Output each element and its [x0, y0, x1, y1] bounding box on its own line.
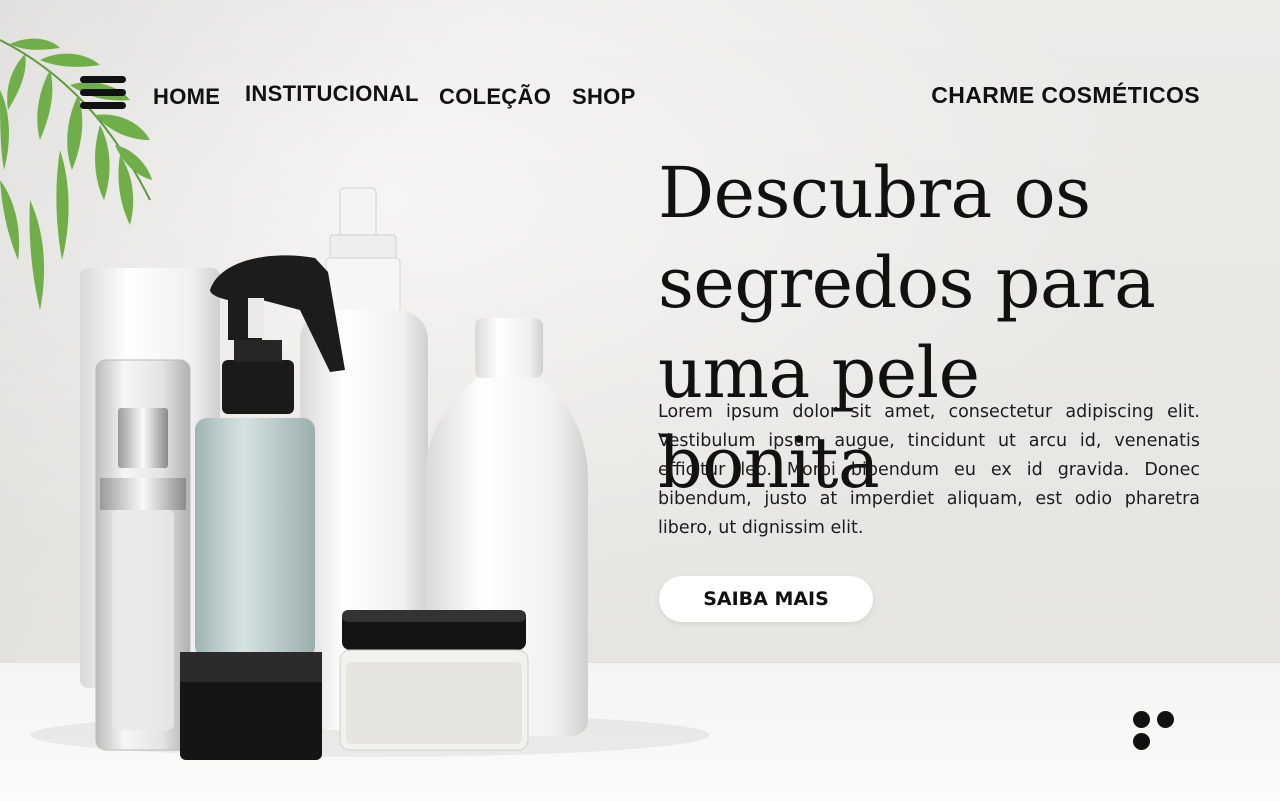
nav-link-home[interactable]: HOME: [153, 84, 220, 110]
nav-link-institucional[interactable]: INSTITUCIONAL: [245, 81, 419, 107]
nav-link-colecao[interactable]: COLEÇÃO: [439, 84, 551, 110]
product-bottles-illustration: [30, 187, 710, 760]
headline-line-1: Descubra os: [658, 152, 1091, 234]
brand-name: CHARME COSMÉTICOS: [931, 82, 1200, 108]
nav-link-shop[interactable]: SHOP: [572, 84, 636, 110]
hamburger-menu-icon[interactable]: [80, 76, 126, 112]
saiba-mais-button[interactable]: SAIBA MAIS: [659, 576, 873, 622]
more-dots-icon[interactable]: [1133, 711, 1203, 750]
headline-line-2: segredos para: [658, 242, 1156, 324]
hero-description: Lorem ipsum dolor sit amet, consectetur …: [658, 402, 1200, 538]
